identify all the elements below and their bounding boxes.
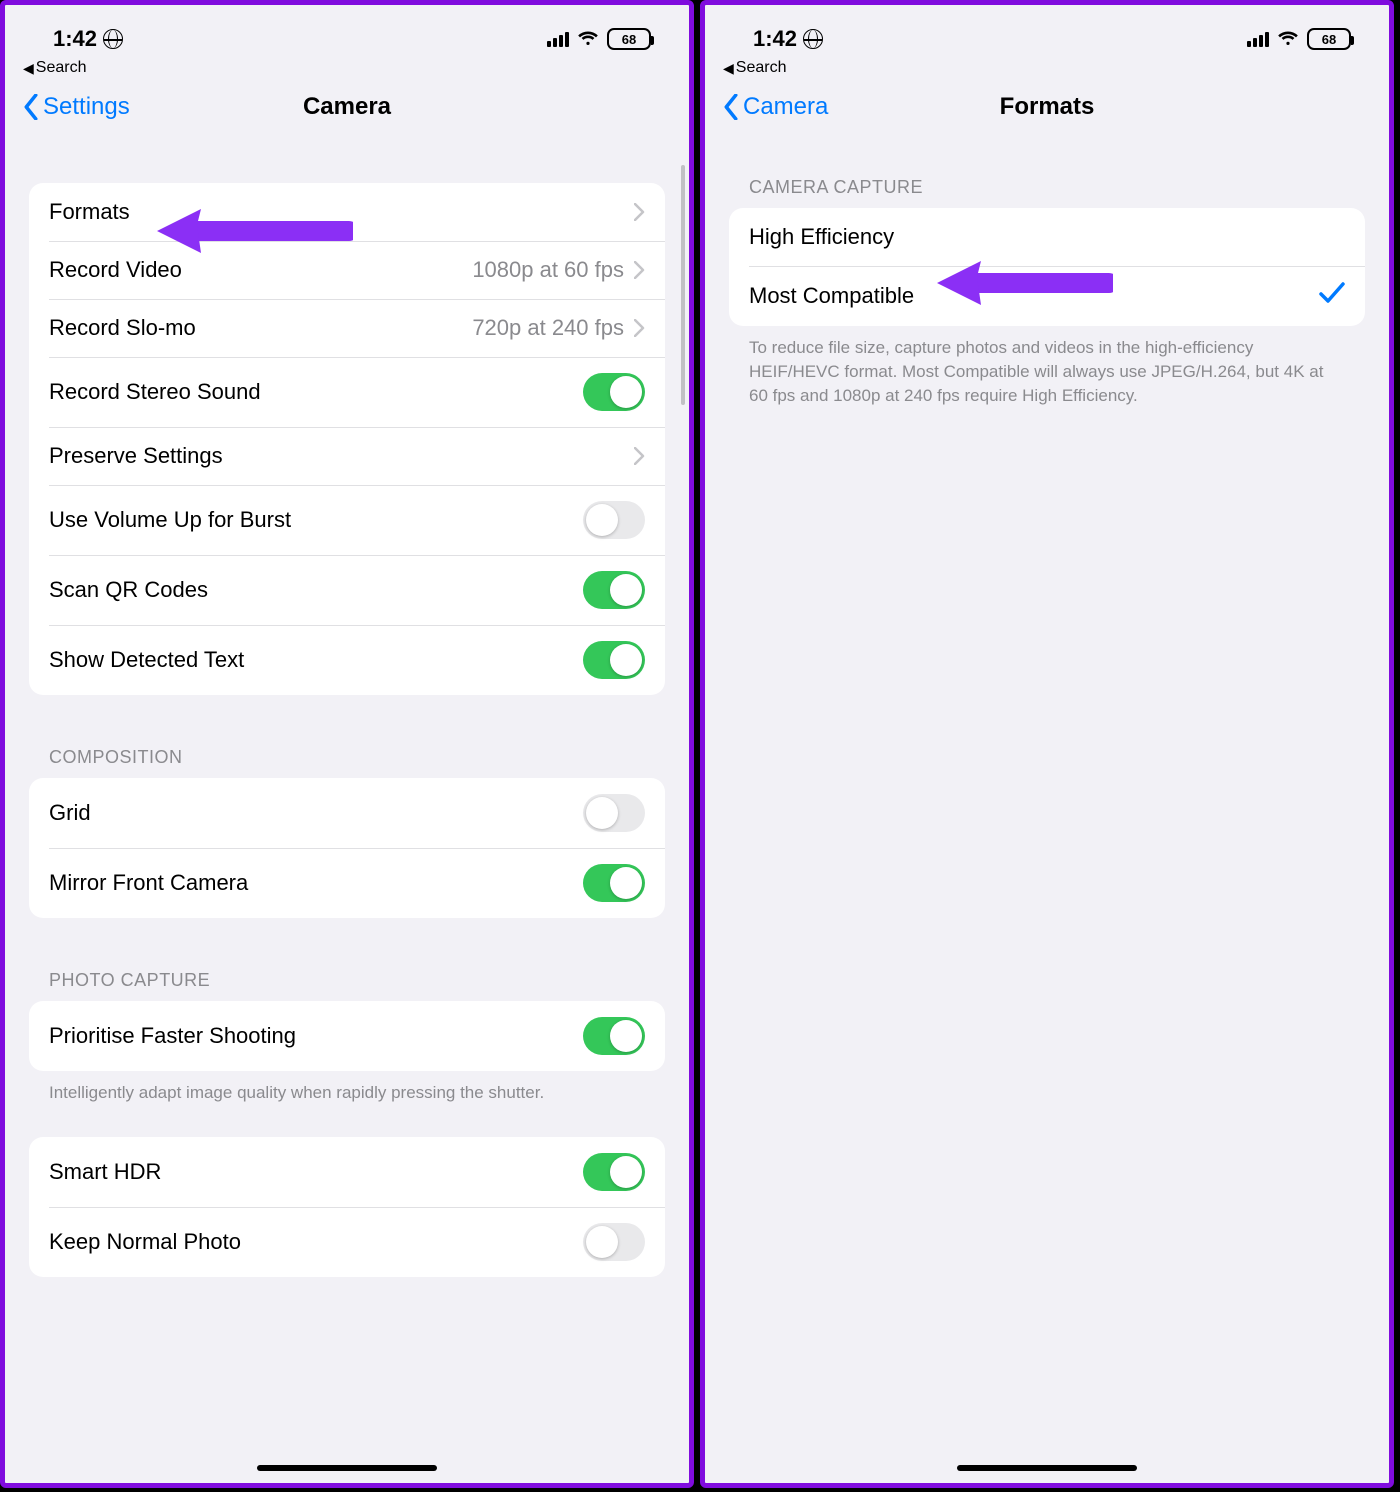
section-header-composition: Composition (29, 747, 665, 778)
chevron-left-icon (723, 94, 739, 120)
phone-formats-settings: 1:42 68 ◀ Search Camera Formats Camera C… (700, 0, 1394, 1488)
toggle-prioritise[interactable] (583, 1017, 645, 1055)
battery-icon: 68 (607, 28, 651, 50)
row-smart-hdr: Smart HDR (29, 1137, 665, 1207)
toggle-keep-normal[interactable] (583, 1223, 645, 1261)
back-label: Settings (43, 93, 130, 121)
row-stereo-sound: Record Stereo Sound (29, 357, 665, 427)
wifi-icon (1277, 31, 1299, 47)
back-button[interactable]: Settings (23, 93, 130, 121)
settings-group-formats: High Efficiency Most Compatible (729, 208, 1365, 326)
toggle-stereo[interactable] (583, 373, 645, 411)
back-to-search[interactable]: ◀ Search (705, 59, 1389, 83)
toggle-detected-text[interactable] (583, 641, 645, 679)
settings-list: Formats Record Video 1080p at 60 fps Rec… (5, 183, 689, 1277)
battery-icon: 68 (1307, 28, 1351, 50)
chevron-right-icon (634, 319, 645, 337)
chevron-right-icon (634, 447, 645, 465)
checkmark-icon (1319, 282, 1345, 310)
home-indicator[interactable] (957, 1465, 1137, 1471)
cellular-icon (547, 31, 569, 47)
row-mirror-front: Mirror Front Camera (29, 848, 665, 918)
row-keep-normal: Keep Normal Photo (29, 1207, 665, 1277)
status-time: 1:42 (753, 26, 797, 52)
settings-group-composition: Grid Mirror Front Camera (29, 778, 665, 918)
phone-camera-settings: 1:42 68 ◀ Search Settings Camera Formats (0, 0, 694, 1488)
status-bar: 1:42 68 (705, 5, 1389, 59)
row-grid: Grid (29, 778, 665, 848)
toggle-volume-burst[interactable] (583, 501, 645, 539)
toggle-scan-qr[interactable] (583, 571, 645, 609)
status-bar: 1:42 68 (5, 5, 689, 59)
chevron-right-icon (634, 261, 645, 279)
back-button[interactable]: Camera (723, 93, 828, 121)
chevron-right-icon (634, 203, 645, 221)
settings-group-photo-capture: Prioritise Faster Shooting (29, 1001, 665, 1071)
row-record-slomo[interactable]: Record Slo-mo 720p at 240 fps (29, 299, 665, 357)
row-high-efficiency[interactable]: High Efficiency (729, 208, 1365, 266)
settings-group-main: Formats Record Video 1080p at 60 fps Rec… (29, 183, 665, 695)
home-indicator[interactable] (257, 1465, 437, 1471)
formats-list: Camera Capture High Efficiency Most Comp… (705, 177, 1389, 407)
section-header-camera-capture: Camera Capture (729, 177, 1365, 208)
row-scan-qr: Scan QR Codes (29, 555, 665, 625)
row-record-video[interactable]: Record Video 1080p at 60 fps (29, 241, 665, 299)
nav-header: Camera Formats (705, 83, 1389, 137)
row-prioritise-shooting: Prioritise Faster Shooting (29, 1001, 665, 1071)
settings-group-hdr: Smart HDR Keep Normal Photo (29, 1137, 665, 1277)
section-header-photo-capture: Photo Capture (29, 970, 665, 1001)
row-preserve-settings[interactable]: Preserve Settings (29, 427, 665, 485)
back-label: Camera (743, 93, 828, 121)
chevron-left-icon (23, 94, 39, 120)
nav-header: Settings Camera (5, 83, 689, 137)
status-time: 1:42 (53, 26, 97, 52)
row-formats[interactable]: Formats (29, 183, 665, 241)
page-title: Formats (1000, 93, 1095, 121)
row-detected-text: Show Detected Text (29, 625, 665, 695)
chevron-left-icon: ◀ (23, 60, 34, 77)
back-to-search[interactable]: ◀ Search (5, 59, 689, 83)
footer-prioritise: Intelligently adapt image quality when r… (29, 1071, 665, 1105)
row-volume-burst: Use Volume Up for Burst (29, 485, 665, 555)
globe-icon (103, 29, 123, 49)
globe-icon (803, 29, 823, 49)
page-title: Camera (303, 93, 391, 121)
toggle-grid[interactable] (583, 794, 645, 832)
toggle-smart-hdr[interactable] (583, 1153, 645, 1191)
row-most-compatible[interactable]: Most Compatible (729, 266, 1365, 326)
toggle-mirror[interactable] (583, 864, 645, 902)
footer-formats: To reduce file size, capture photos and … (729, 326, 1365, 407)
wifi-icon (577, 31, 599, 47)
cellular-icon (1247, 31, 1269, 47)
chevron-left-icon: ◀ (723, 60, 734, 77)
